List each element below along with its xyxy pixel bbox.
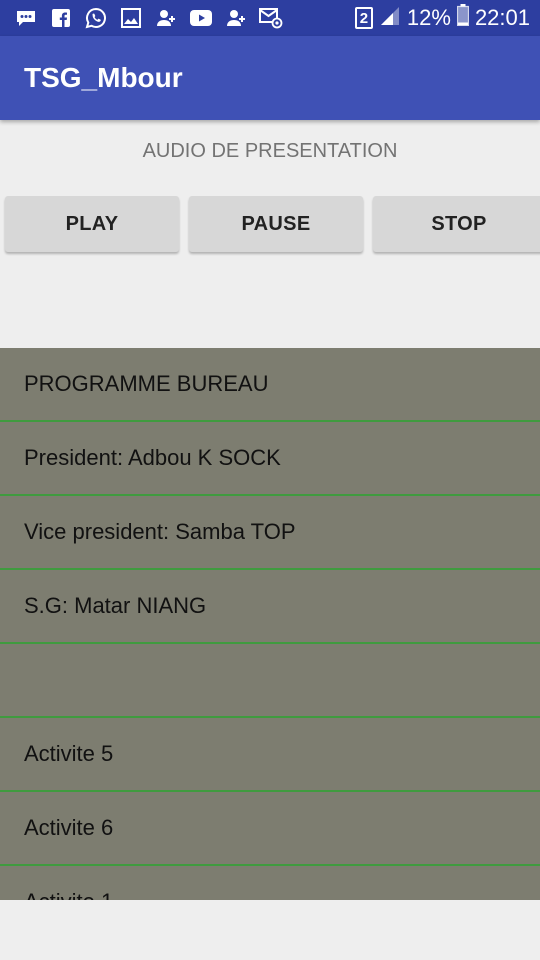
app-bar: TSG_Mbour (0, 36, 540, 120)
battery-icon (456, 4, 470, 32)
program-list[interactable]: PROGRAMME BUREAU President: Adbou K SOCK… (0, 348, 540, 900)
list-item[interactable]: Activite 5 (0, 718, 540, 792)
list-item[interactable] (0, 644, 540, 718)
facebook-icon (49, 6, 73, 30)
play-button[interactable]: PLAY (5, 196, 179, 252)
list-item[interactable]: President: Adbou K SOCK (0, 422, 540, 496)
status-indicators: 2 12% 22:01 (354, 4, 530, 32)
clock: 22:01 (474, 5, 530, 30)
signal-icon (379, 5, 401, 31)
app-title: TSG_Mbour (24, 62, 183, 93)
gallery-icon (119, 6, 143, 30)
youtube-icon (189, 6, 213, 30)
stop-button[interactable]: STOP (373, 196, 540, 252)
sim-slot-badge: 2 (354, 7, 373, 29)
audio-section-label: AUDIO DE PRESENTATION (142, 140, 398, 162)
battery-text: 12% (406, 5, 451, 30)
status-bar: 2 12% 22:01 (0, 0, 540, 36)
list-item[interactable]: Activite 1 (0, 866, 540, 900)
contact-add-icon (224, 6, 248, 30)
pause-button[interactable]: PAUSE (189, 196, 363, 252)
email-icon (259, 6, 283, 30)
audio-controls: PLAY PAUSE STOP (0, 196, 540, 254)
messenger-icon (14, 6, 38, 30)
list-item[interactable]: Vice president: Samba TOP (0, 496, 540, 570)
whatsapp-icon (84, 6, 108, 30)
list-item[interactable]: S.G: Matar NIANG (0, 570, 540, 644)
list-item[interactable]: Activite 6 (0, 792, 540, 866)
contact-add-icon (154, 6, 178, 30)
list-item[interactable]: PROGRAMME BUREAU (0, 348, 540, 422)
notification-icons (14, 6, 283, 30)
